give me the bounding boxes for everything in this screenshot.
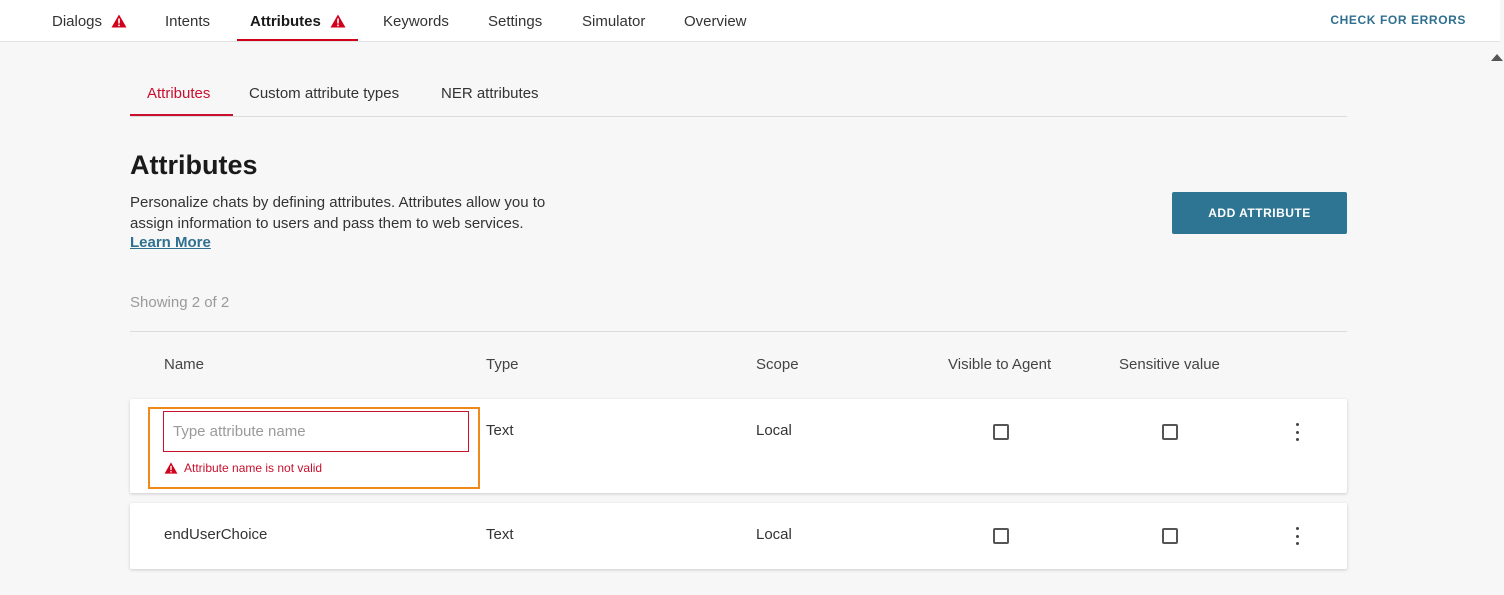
column-header-visible-to-agent: Visible to Agent bbox=[948, 356, 1052, 373]
column-header-name: Name bbox=[164, 356, 205, 373]
tab-attributes-label: Attributes bbox=[250, 12, 321, 30]
page-description: Personalize chats by defining attributes… bbox=[130, 194, 546, 232]
subtab-custom-attribute-types[interactable]: Custom attribute types bbox=[249, 85, 399, 102]
kebab-menu-icon[interactable] bbox=[1287, 421, 1307, 443]
visible-to-agent-checkbox[interactable] bbox=[993, 528, 1009, 544]
attribute-scope: Local bbox=[756, 526, 792, 543]
learn-more-link[interactable]: Learn More bbox=[130, 234, 211, 251]
divider bbox=[130, 331, 1347, 332]
table-row: Attribute name is not valid Text Local bbox=[130, 399, 1347, 493]
tab-intents-label: Intents bbox=[165, 12, 211, 30]
validation-error: Attribute name is not valid bbox=[164, 461, 322, 475]
tab-attributes[interactable]: Attributes bbox=[250, 0, 346, 42]
tab-simulator[interactable]: Simulator bbox=[582, 0, 645, 42]
column-header-scope: Scope bbox=[756, 356, 799, 373]
tab-settings-label: Settings bbox=[488, 12, 543, 30]
attribute-type: Text bbox=[486, 422, 514, 439]
visible-to-agent-checkbox[interactable] bbox=[993, 424, 1009, 440]
sensitive-value-checkbox[interactable] bbox=[1162, 528, 1178, 544]
attribute-name-input[interactable] bbox=[163, 411, 469, 452]
results-count: Showing 2 of 2 bbox=[130, 294, 230, 311]
tab-simulator-label: Simulator bbox=[582, 12, 646, 30]
column-header-type: Type bbox=[486, 356, 519, 373]
scroll-up-arrow-icon[interactable] bbox=[1491, 54, 1503, 61]
warning-icon bbox=[164, 462, 178, 474]
tab-overview-label: Overview bbox=[684, 12, 747, 30]
check-for-errors-button[interactable]: CHECK FOR ERRORS bbox=[1330, 13, 1466, 27]
scrollbar[interactable] bbox=[1486, 42, 1504, 595]
add-attribute-button[interactable]: ADD ATTRIBUTE bbox=[1172, 192, 1347, 234]
sub-tabs: Attributes Custom attribute types NER at… bbox=[130, 79, 1347, 117]
top-nav: Dialogs Intents Attributes Keywords Sett… bbox=[0, 0, 1500, 42]
tab-overview[interactable]: Overview bbox=[684, 0, 747, 42]
subtab-attributes[interactable]: Attributes bbox=[147, 85, 210, 102]
attribute-type: Text bbox=[486, 526, 514, 543]
attribute-name: endUserChoice bbox=[164, 526, 268, 543]
tab-dialogs[interactable]: Dialogs bbox=[52, 0, 127, 42]
column-header-sensitive-value: Sensitive value bbox=[1119, 356, 1220, 373]
tab-dialogs-label: Dialogs bbox=[52, 12, 103, 30]
tab-keywords-label: Keywords bbox=[383, 12, 449, 30]
warning-icon bbox=[330, 14, 346, 28]
attribute-scope: Local bbox=[756, 422, 792, 439]
active-tab-indicator bbox=[237, 39, 358, 41]
tab-settings[interactable]: Settings bbox=[488, 0, 542, 42]
kebab-menu-icon[interactable] bbox=[1287, 525, 1307, 547]
page-title: Attributes bbox=[130, 150, 258, 180]
tab-intents[interactable]: Intents bbox=[165, 0, 210, 42]
table-row: endUserChoice Text Local bbox=[130, 503, 1347, 569]
active-subtab-indicator bbox=[130, 114, 233, 116]
sensitive-value-checkbox[interactable] bbox=[1162, 424, 1178, 440]
warning-icon bbox=[111, 14, 127, 28]
tab-keywords[interactable]: Keywords bbox=[383, 0, 449, 42]
subtab-ner-attributes[interactable]: NER attributes bbox=[441, 85, 539, 102]
validation-error-text: Attribute name is not valid bbox=[184, 461, 323, 475]
